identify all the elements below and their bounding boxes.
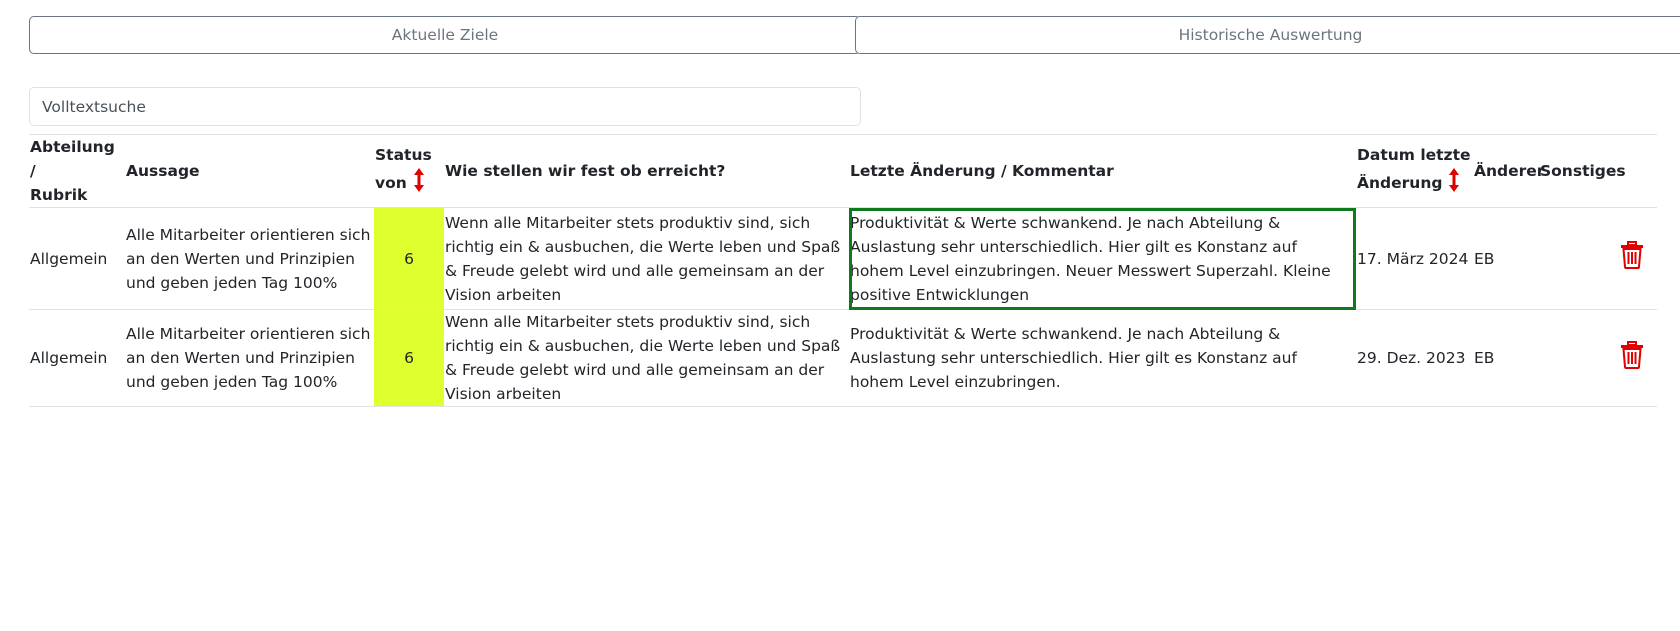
sort-updown-icon[interactable] — [413, 167, 425, 200]
header-date-line1: Datum letzte — [1357, 145, 1471, 164]
header-last-change: Letzte Änderung / Kommentar — [849, 134, 1356, 208]
delete-button[interactable] — [1540, 340, 1656, 376]
header-department-line2: Rubrik — [30, 186, 88, 204]
table-header-row: Abteilung / Rubrik Aussage Status von Wi… — [29, 134, 1657, 208]
goals-table: Abteilung / Rubrik Aussage Status von Wi… — [29, 134, 1657, 407]
header-department-line1: Abteilung / — [30, 138, 115, 180]
header-changer: Änderer — [1473, 134, 1544, 208]
cell-date: 17. März 2024 — [1357, 249, 1469, 268]
header-date-line2-wrap: Änderung — [1357, 167, 1472, 200]
historical-evaluation-button[interactable]: Historische Auswertung — [855, 16, 1680, 54]
table-row[interactable]: Allgemein Alle Mitarbeiter orientieren s… — [29, 207, 1657, 310]
cell-changer: EB — [1474, 349, 1495, 367]
sort-updown-icon[interactable] — [1448, 167, 1460, 200]
current-goals-button[interactable]: Aktuelle Ziele — [29, 16, 861, 54]
cell-department: Allgemein — [30, 349, 108, 367]
cell-how-measured: Wenn alle Mitarbeiter stets produktiv si… — [445, 313, 841, 403]
header-misc: Sonstiges — [1539, 134, 1657, 208]
header-how-measured: Wie stellen wir fest ob erreicht? — [444, 134, 849, 208]
cell-status: 6 — [374, 309, 444, 407]
header-status[interactable]: Status von — [374, 134, 444, 208]
trash-icon[interactable] — [1620, 340, 1644, 376]
cell-comment[interactable]: Produktivität & Werte schwankend. Je nac… — [849, 310, 1356, 407]
cell-department: Allgemein — [30, 249, 108, 268]
header-status-line2: von — [375, 173, 407, 192]
header-status-line1: Status — [375, 145, 432, 164]
page: Aktuelle Ziele Historische Auswertung Ab… — [0, 0, 1680, 631]
cell-misc — [1539, 208, 1657, 310]
cell-how-measured: Wenn alle Mitarbeiter stets produktiv si… — [445, 213, 841, 304]
delete-button[interactable] — [1540, 241, 1656, 276]
cell-changer: EB — [1474, 249, 1495, 268]
cell-comment[interactable]: Produktivität & Werte schwankend. Je nac… — [849, 207, 1356, 310]
header-department: Abteilung / Rubrik — [29, 134, 125, 208]
header-status-line2-wrap: von — [375, 167, 443, 200]
cell-status: 6 — [374, 207, 444, 310]
header-date[interactable]: Datum letzte Änderung — [1356, 134, 1473, 208]
trash-icon[interactable] — [1620, 241, 1644, 276]
header-statement: Aussage — [125, 134, 374, 208]
cell-date: 29. Dez. 2023 — [1357, 349, 1466, 367]
cell-statement: Alle Mitarbeiter orientieren sich an den… — [126, 225, 371, 292]
cell-misc — [1539, 310, 1657, 407]
fulltext-search-input[interactable] — [29, 87, 861, 126]
cell-statement: Alle Mitarbeiter orientieren sich an den… — [126, 325, 371, 391]
table-row[interactable]: Allgemein Alle Mitarbeiter orientieren s… — [29, 309, 1657, 407]
header-date-line2: Änderung — [1357, 173, 1443, 192]
